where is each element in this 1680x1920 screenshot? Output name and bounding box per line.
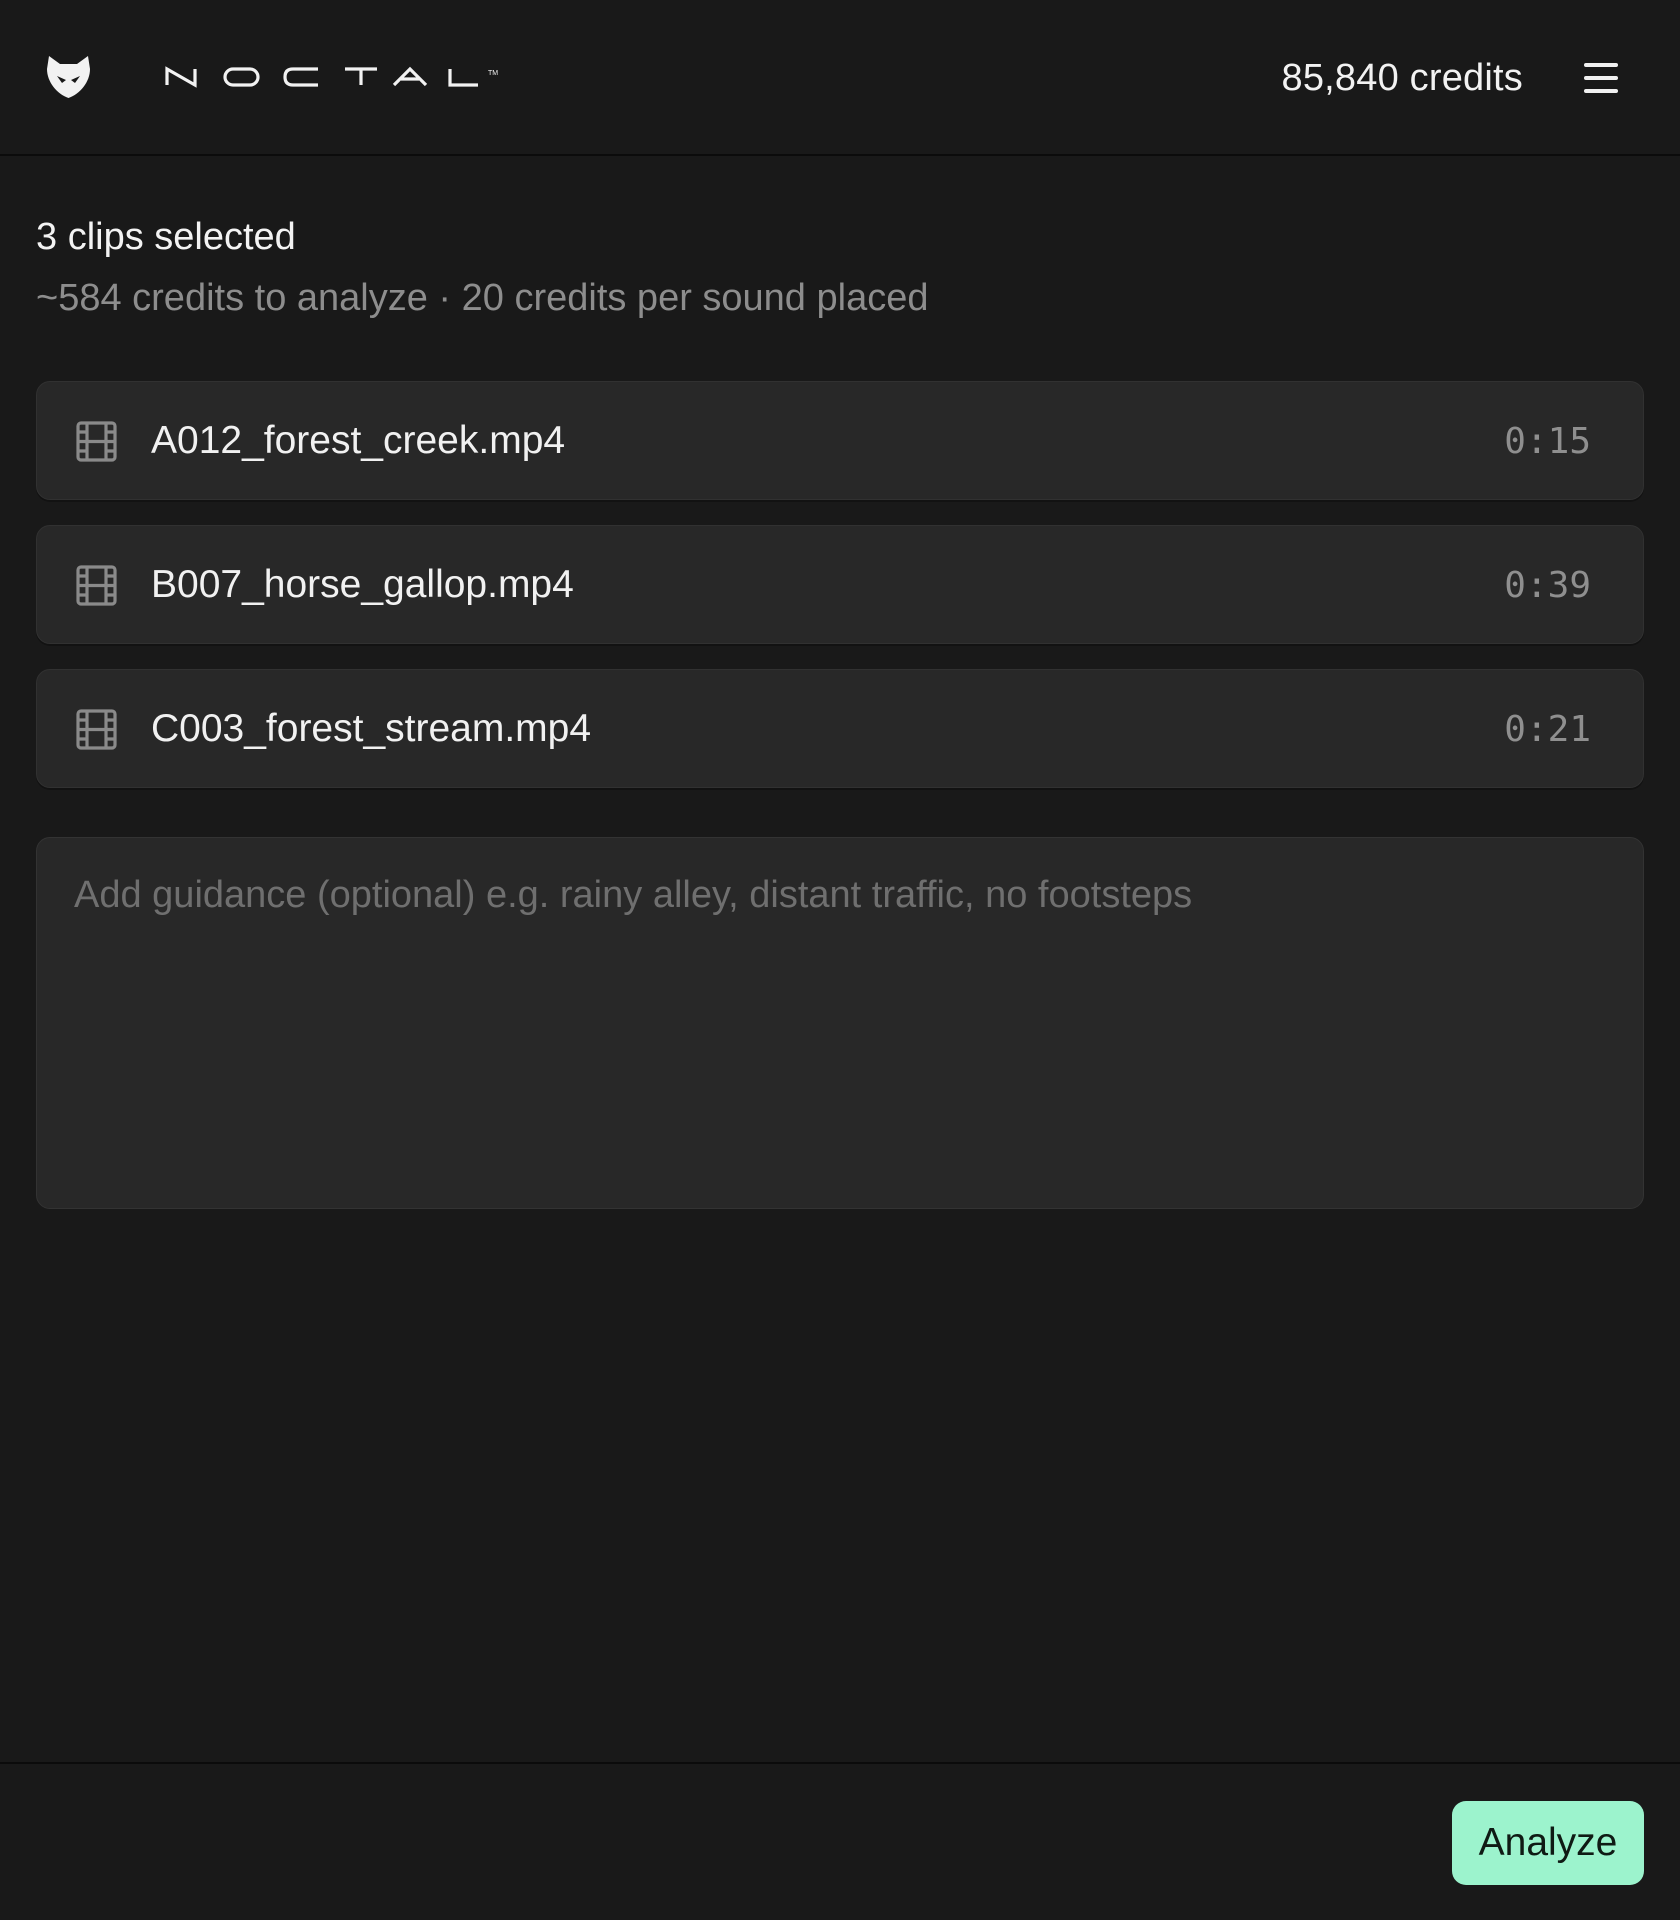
hamburger-menu-icon[interactable] [1580,60,1624,96]
brand-logo[interactable]: TM [46,56,505,98]
menu-line [1584,76,1618,80]
clip-row[interactable]: A012_forest_creek.mp4 0:15 [36,381,1644,500]
clip-list: A012_forest_creek.mp4 0:15 B007_horse_ga… [36,381,1644,813]
noctal-wordmark-logo: TM [165,66,498,88]
clip-filename: C003_forest_stream.mp4 [151,707,592,750]
clip-row[interactable]: C003_forest_stream.mp4 0:21 [36,669,1644,788]
menu-line [1584,63,1618,67]
credits-balance: 85,840 credits [1281,57,1523,99]
analyze-button[interactable]: Analyze [1452,1801,1644,1885]
clip-filename: B007_horse_gallop.mp4 [151,563,574,606]
clip-duration: 0:21 [1504,709,1591,750]
guidance-textarea[interactable] [36,837,1644,1209]
clip-filename: A012_forest_creek.mp4 [151,419,566,462]
menu-line [1584,89,1618,93]
film-icon [76,421,117,462]
credit-cost-summary: ~584 credits to analyze · 20 credits per… [36,277,929,319]
action-footer: Analyze [0,1762,1680,1920]
film-icon [76,709,117,750]
fox-head-icon [47,56,90,98]
selection-summary-title: 3 clips selected [36,216,296,258]
clip-duration: 0:39 [1504,565,1591,606]
clip-duration: 0:15 [1504,421,1591,462]
film-icon [76,565,117,606]
clip-row[interactable]: B007_horse_gallop.mp4 0:39 [36,525,1644,644]
svg-text:TM: TM [488,70,498,77]
app-header: TM 85,840 credits [0,0,1680,156]
wordmark-noctal: TM [165,56,505,98]
